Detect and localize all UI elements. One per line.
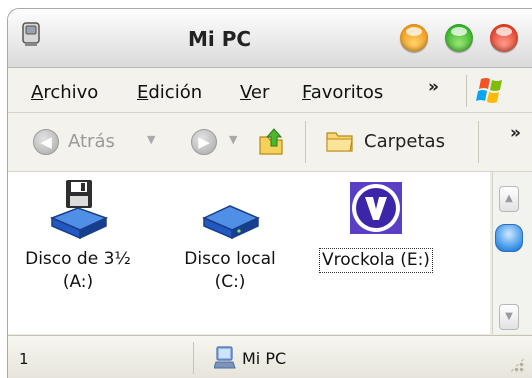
menu-favoritos-label: avoritos	[310, 82, 384, 103]
toolbar: ◀ Atrás ▼ ▶ ▼ Carpetas »	[8, 113, 532, 172]
close-button[interactable]	[490, 24, 518, 52]
window: Mi PC Archivo Edición Ver Favoritos » ◀ …	[7, 8, 532, 378]
toolbar-separator-2	[478, 121, 479, 163]
up-folder-icon[interactable]	[256, 125, 286, 157]
drive-item-c[interactable]: Disco local (C:)	[180, 178, 280, 294]
back-arrow-icon[interactable]: ◀	[33, 129, 59, 155]
scrollbar-thumb[interactable]	[495, 224, 523, 252]
windows-flag-icon	[466, 75, 511, 107]
forward-arrow-glyph: ▶	[198, 133, 210, 151]
drive-label-c-line2: (C:)	[214, 272, 246, 292]
forward-dropdown-icon[interactable]: ▼	[229, 133, 237, 146]
menu-archivo[interactable]: Archivo	[31, 82, 98, 103]
maximize-button[interactable]	[445, 24, 473, 52]
menu-favoritos-accel: F	[302, 82, 311, 103]
drive-label-a-line1: Disco de 3½	[25, 249, 131, 269]
status-bar: 1 Mi PC	[8, 335, 532, 378]
forward-arrow-icon[interactable]: ▶	[191, 129, 217, 155]
vrockola-icon	[350, 182, 402, 234]
back-button-label[interactable]: Atrás	[68, 131, 115, 152]
toolbar-overflow-chevron-icon[interactable]: »	[510, 123, 521, 143]
window-title: Mi PC	[188, 27, 252, 51]
menu-overflow-chevron-icon[interactable]: »	[428, 77, 439, 97]
back-arrow-glyph: ◀	[40, 133, 52, 151]
drive-label-a-line2: (A:)	[62, 272, 94, 292]
menu-edicion-accel: E	[137, 82, 149, 103]
menu-archivo-label: rchivo	[43, 82, 99, 103]
drive-label-e: Vrockola (E:)	[319, 248, 433, 273]
computer-icon	[22, 22, 40, 46]
status-location: Mi PC	[242, 349, 287, 368]
drive-item-a[interactable]: Disco de 3½ (A:)	[23, 178, 133, 294]
drive-list: Disco de 3½ (A:) Disco local (C:) Vrocko…	[8, 172, 490, 334]
back-dropdown-icon[interactable]: ▼	[147, 133, 155, 146]
vertical-scrollbar[interactable]: ▲ ▼	[492, 172, 532, 334]
menu-favoritos[interactable]: Favoritos	[302, 82, 383, 103]
toolbar-separator	[305, 121, 306, 163]
scroll-up-arrow-icon[interactable]: ▲	[499, 186, 519, 212]
folders-icon	[326, 132, 353, 152]
status-separator	[193, 342, 194, 374]
menu-archivo-accel: A	[31, 82, 44, 103]
hard-drive-icon	[202, 205, 260, 240]
menu-ver-label: er	[250, 82, 270, 103]
scroll-down-arrow-icon[interactable]: ▼	[499, 304, 519, 330]
title-bar[interactable]: Mi PC	[8, 9, 532, 68]
menu-ver-accel: V	[240, 82, 251, 103]
floppy-drive-icon	[50, 180, 108, 240]
status-computer-icon	[214, 346, 236, 369]
drive-label-c-line1: Disco local	[184, 249, 276, 269]
menu-edicion[interactable]: Edición	[137, 82, 202, 103]
windows-flag-svg	[476, 78, 502, 103]
minimize-button[interactable]	[400, 24, 428, 52]
menu-ver[interactable]: Ver	[240, 82, 269, 103]
folders-button-label[interactable]: Carpetas	[364, 131, 445, 152]
drive-item-e[interactable]: Vrockola (E:)	[311, 178, 441, 273]
status-object-count: 1	[19, 350, 29, 368]
menu-bar: Archivo Edición Ver Favoritos »	[8, 68, 532, 113]
menu-edicion-label: dición	[148, 82, 203, 103]
resize-grip[interactable]	[509, 357, 525, 373]
